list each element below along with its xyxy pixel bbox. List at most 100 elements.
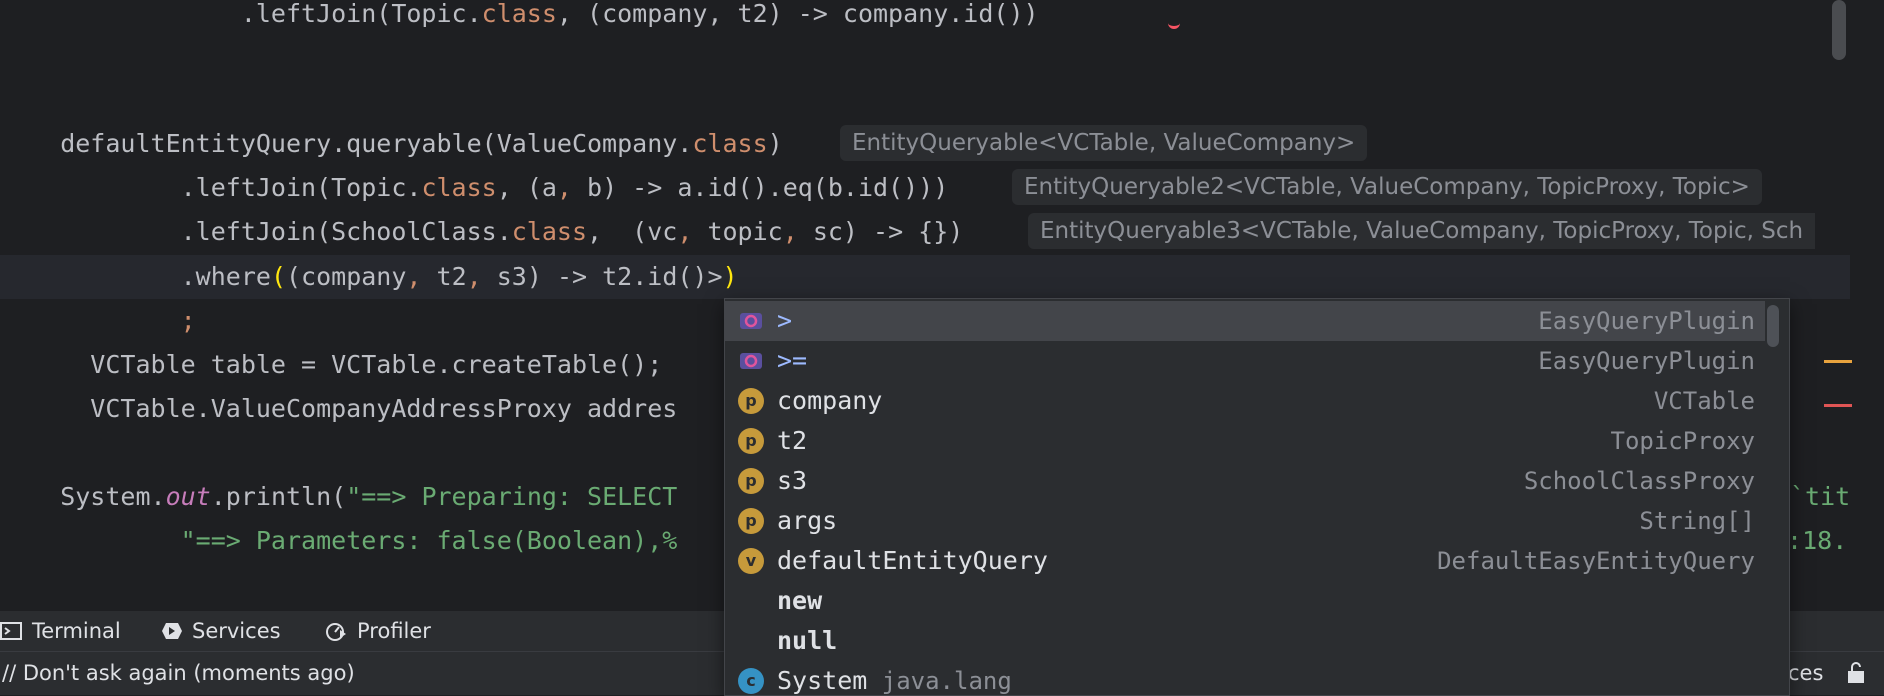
clipped-code-1: `tit xyxy=(1790,482,1851,511)
code-token: sc) -> {}) xyxy=(812,217,964,246)
code-token: .leftJoin(Topic. xyxy=(0,173,422,202)
code-token: class xyxy=(692,129,768,158)
parameter-icon: p xyxy=(738,388,764,414)
completion-type: String[] xyxy=(1639,507,1755,535)
profiler-icon xyxy=(326,623,346,641)
status-right-clip[interactable]: ces xyxy=(1788,652,1823,694)
code-token: class xyxy=(511,217,588,246)
code-token: , xyxy=(466,262,497,291)
completion-item[interactable]: new xyxy=(725,581,1765,621)
code-token: (vc xyxy=(632,217,678,246)
completion-item[interactable]: p t2 TopicProxy xyxy=(725,421,1765,461)
completion-label: s3 xyxy=(777,466,808,495)
plugin-icon xyxy=(740,353,762,369)
services-label: Services xyxy=(192,619,281,643)
code-token: System. xyxy=(0,482,166,511)
code-token: , xyxy=(782,217,813,246)
profiler-tab[interactable]: Profiler xyxy=(325,611,431,651)
code-line-6[interactable]: ; xyxy=(0,299,196,343)
completion-label: > xyxy=(777,306,793,335)
code-token: s3) -> t2.id()> xyxy=(496,262,723,291)
code-line-10[interactable]: "==> Parameters: false(Boolean),% xyxy=(0,519,678,563)
code-line-8[interactable]: VCTable.ValueCompanyAddressProxy addres xyxy=(0,387,677,431)
terminal-icon xyxy=(0,622,22,640)
parameter-icon: p xyxy=(738,468,764,494)
code-token: (company, t2) -> company.id()) xyxy=(587,0,1039,28)
completion-item[interactable]: v defaultEntityQuery DefaultEasyEntityQuer… xyxy=(725,541,1765,581)
plugin-icon xyxy=(740,313,762,329)
variable-icon: v xyxy=(738,548,764,574)
status-message[interactable]: // Don't ask again (moments ago) xyxy=(2,652,355,694)
services-tab[interactable]: Services xyxy=(160,611,281,651)
code-line-9[interactable]: System.out.println("==> Preparing: SELEC… xyxy=(0,475,677,519)
completion-item[interactable]: p s3 SchoolClassProxy xyxy=(725,461,1765,501)
code-token: ) xyxy=(767,129,783,158)
code-token: .leftJoin(Topic. xyxy=(0,0,482,28)
code-token: VCTable table = VCTable.createTable(); xyxy=(0,350,663,379)
code-token: ; xyxy=(180,306,196,335)
class-icon: c xyxy=(738,668,764,694)
error-stripe[interactable] xyxy=(1824,404,1852,407)
editor-vertical-scrollbar[interactable] xyxy=(1832,0,1846,60)
completion-item[interactable]: p args String[] xyxy=(725,501,1765,541)
completion-package: java.lang xyxy=(867,667,1012,695)
completion-type: TopicProxy xyxy=(1610,427,1756,455)
code-token: t2 xyxy=(436,262,467,291)
code-token: , xyxy=(556,0,588,28)
code-token: .leftJoin(SchoolClass. xyxy=(0,217,512,246)
completion-item[interactable]: p company VCTable xyxy=(725,381,1765,421)
completion-label: >= xyxy=(777,346,808,375)
code-token: VCTable.ValueCompanyAddressProxy addres xyxy=(0,394,678,423)
completion-label: new xyxy=(777,586,823,615)
code-line-1[interactable]: .leftJoin(Topic.class, (company, t2) -> … xyxy=(0,0,1039,36)
type-hint-1: EntityQueryable<VCTable, ValueCompany> xyxy=(840,125,1368,161)
code-token: ) xyxy=(722,262,738,291)
completion-label: defaultEntityQuery xyxy=(777,546,1048,575)
code-line-5[interactable]: .where((company, t2, s3) -> t2.id()>) xyxy=(0,255,738,299)
code-token: topic xyxy=(707,217,783,246)
code-token: "==> Parameters: false(Boolean),% xyxy=(180,526,678,555)
completion-scrollbar[interactable] xyxy=(1767,305,1779,347)
terminal-label: Terminal xyxy=(32,619,121,643)
code-token: b) -> a.id().eq(b.id())) xyxy=(587,173,949,202)
completion-type: EasyQueryPlugin xyxy=(1538,307,1755,335)
type-hint-2: EntityQueryable2<VCTable, ValueCompany, … xyxy=(1012,169,1762,205)
code-token: , xyxy=(587,217,633,246)
profiler-label: Profiler xyxy=(357,619,431,643)
completion-label: null xyxy=(777,626,838,655)
completion-popup[interactable]: > EasyQueryPlugin >= EasyQueryPlugin p compan… xyxy=(724,298,1790,696)
code-token: , xyxy=(496,173,527,202)
code-token: out xyxy=(165,482,211,511)
code-line-7[interactable]: VCTable table = VCTable.createTable(); xyxy=(0,343,662,387)
completion-item[interactable]: c System java.lang xyxy=(725,661,1765,695)
code-token: , xyxy=(556,173,588,202)
terminal-tab[interactable]: Terminal xyxy=(0,611,121,651)
completion-type: SchoolClassProxy xyxy=(1523,467,1755,495)
code-line-3[interactable]: .leftJoin(Topic.class, (a, b) -> a.id().… xyxy=(0,166,949,210)
completion-item[interactable]: >= EasyQueryPlugin xyxy=(725,341,1765,381)
completion-type: EasyQueryPlugin xyxy=(1538,347,1755,375)
error-squiggle xyxy=(1168,20,1180,29)
code-line-4[interactable]: .leftJoin(SchoolClass.class, (vc, topic,… xyxy=(0,210,964,254)
code-token: .println( xyxy=(210,482,347,511)
completion-item[interactable]: > EasyQueryPlugin xyxy=(725,301,1765,341)
code-token: , xyxy=(406,262,437,291)
code-line-2[interactable]: defaultEntityQuery.queryable(ValueCompan… xyxy=(0,122,783,166)
type-hint-3: EntityQueryable3<VCTable, ValueCompany, … xyxy=(1028,213,1816,249)
code-token: .where xyxy=(0,262,271,291)
code-token: class xyxy=(421,173,497,202)
services-icon xyxy=(162,623,182,639)
warning-stripe[interactable] xyxy=(1824,360,1852,363)
code-token: ( xyxy=(270,262,286,291)
parameter-icon: p xyxy=(738,508,764,534)
completion-label: t2 xyxy=(777,426,808,455)
completion-item[interactable]: null xyxy=(725,621,1765,661)
code-token: defaultEntityQuery.queryable(ValueCompan… xyxy=(0,129,693,158)
code-token: "==> Preparing: SELECT xyxy=(346,482,678,511)
code-token: , xyxy=(677,217,708,246)
completion-type: DefaultEasyEntityQuery xyxy=(1437,547,1755,575)
lock-icon[interactable] xyxy=(1846,662,1866,684)
code-token: class xyxy=(481,0,557,28)
